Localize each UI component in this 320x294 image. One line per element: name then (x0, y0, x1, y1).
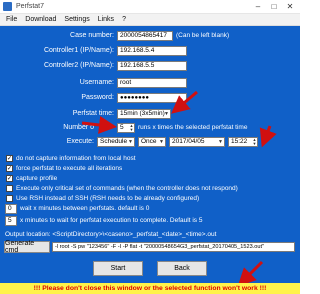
arrow-execute-time-icon (259, 125, 277, 148)
warning-text: !!! Please don't close this window or th… (33, 285, 267, 292)
arrow-warning-icon (237, 260, 264, 287)
arrow-number-icon (81, 116, 117, 134)
arrow-perfstat-time-icon (171, 90, 198, 114)
warning-bar: !!! Please don't close this window or th… (0, 283, 300, 294)
annotation-arrows (81, 90, 277, 287)
